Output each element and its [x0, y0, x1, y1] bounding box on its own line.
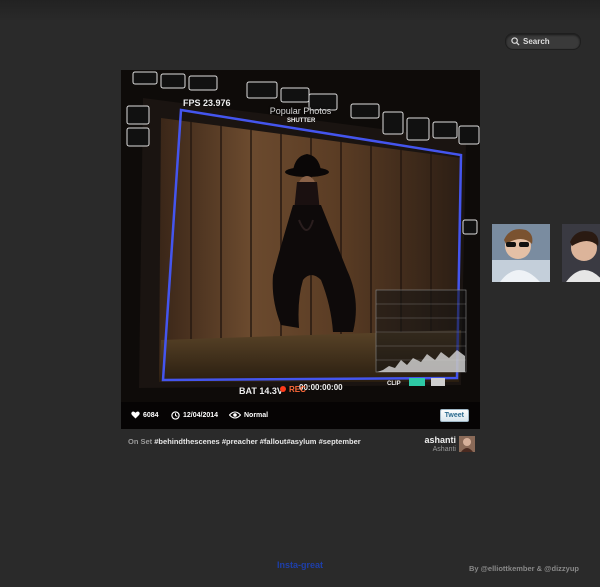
date-item: 12/04/2014: [171, 411, 218, 420]
avatar-image: [459, 436, 475, 452]
user-info[interactable]: ashanti Ashanti: [400, 435, 456, 453]
tweet-button[interactable]: Tweet: [439, 409, 469, 422]
search-icon: [511, 37, 520, 46]
rec-label: REC: [289, 385, 306, 394]
rec-indicator: [280, 386, 286, 392]
caption-prefix: On Set: [128, 437, 153, 446]
thumbnail-photo[interactable]: [562, 224, 600, 282]
section-title: Popular Photos: [269, 106, 332, 116]
username[interactable]: ashanti: [400, 435, 456, 445]
credits-text: By @elliottkember & @dizzyup: [468, 564, 579, 573]
clip-readout: CLIP: [387, 381, 401, 387]
hashtag-link[interactable]: #fallout: [260, 437, 287, 446]
search-box[interactable]: [505, 33, 581, 50]
likes-value: 6084: [143, 411, 159, 419]
thumbnail-photo[interactable]: [492, 224, 550, 282]
user-full-name: Ashanti: [432, 446, 456, 453]
hashtag-link[interactable]: #asylum: [286, 437, 316, 446]
likes-count[interactable]: 6084: [131, 411, 159, 419]
heart-icon: [131, 411, 140, 419]
photo-meta-bar: 6084 12/04/2014 Normal Tweet: [121, 402, 480, 429]
main-photo[interactable]: FPS 23.976 SHUTTER BAT 14.3V 00:00:00:00…: [121, 70, 480, 429]
clock-icon: [171, 411, 180, 420]
eye-icon: [229, 411, 241, 419]
thumbnail-image: [562, 224, 600, 282]
hashtag-link[interactable]: #preacher: [222, 437, 258, 446]
filter-item: Normal: [229, 411, 268, 419]
thumbnail-image: [492, 224, 550, 282]
date-value: 12/04/2014: [183, 412, 219, 419]
filter-value: Normal: [244, 411, 269, 419]
hashtag-link[interactable]: #september: [319, 437, 361, 446]
shutter-readout: SHUTTER: [287, 118, 316, 124]
photo-caption: On Set #behindthescenes #preacher #fallo…: [128, 437, 361, 446]
avatar[interactable]: [459, 436, 475, 452]
battery-readout: BAT 14.3V: [239, 386, 283, 396]
search-input[interactable]: [520, 37, 577, 46]
hashtag-link[interactable]: #behindthescenes: [154, 437, 219, 446]
top-bar: [0, 0, 600, 22]
photo-image: FPS 23.976 SHUTTER BAT 14.3V 00:00:00:00…: [121, 70, 480, 429]
